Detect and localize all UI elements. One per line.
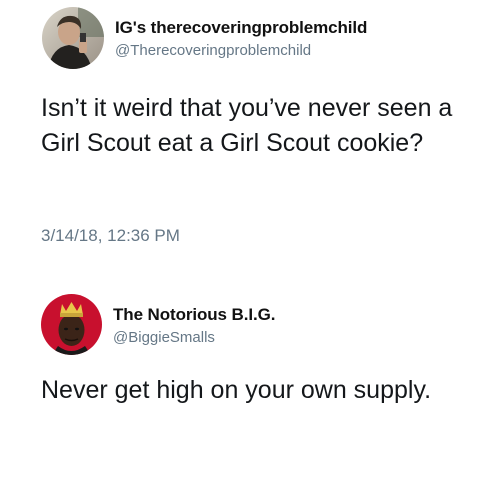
- display-name[interactable]: IG's therecoveringproblemchild: [115, 18, 367, 38]
- avatar[interactable]: [41, 294, 102, 355]
- tweet-text: Isn’t it weird that you’ve never seen a …: [41, 94, 453, 157]
- display-name[interactable]: The Notorious B.I.G.: [113, 305, 275, 325]
- tweet-timestamp[interactable]: 3/14/18, 12:36 PM: [41, 226, 180, 246]
- avatar[interactable]: [42, 7, 104, 69]
- tweet-card: The Notorious B.I.G. @BiggieSmalls Never…: [0, 288, 490, 480]
- tweet-text: Never get high on your own supply.: [41, 376, 432, 404]
- user-photo-icon: [41, 294, 102, 355]
- tweet-card: IG's therecoveringproblemchild @Therecov…: [0, 0, 490, 262]
- user-photo-icon: [42, 7, 104, 69]
- user-handle[interactable]: @BiggieSmalls: [113, 329, 215, 346]
- user-handle[interactable]: @Therecoveringproblemchild: [115, 42, 311, 59]
